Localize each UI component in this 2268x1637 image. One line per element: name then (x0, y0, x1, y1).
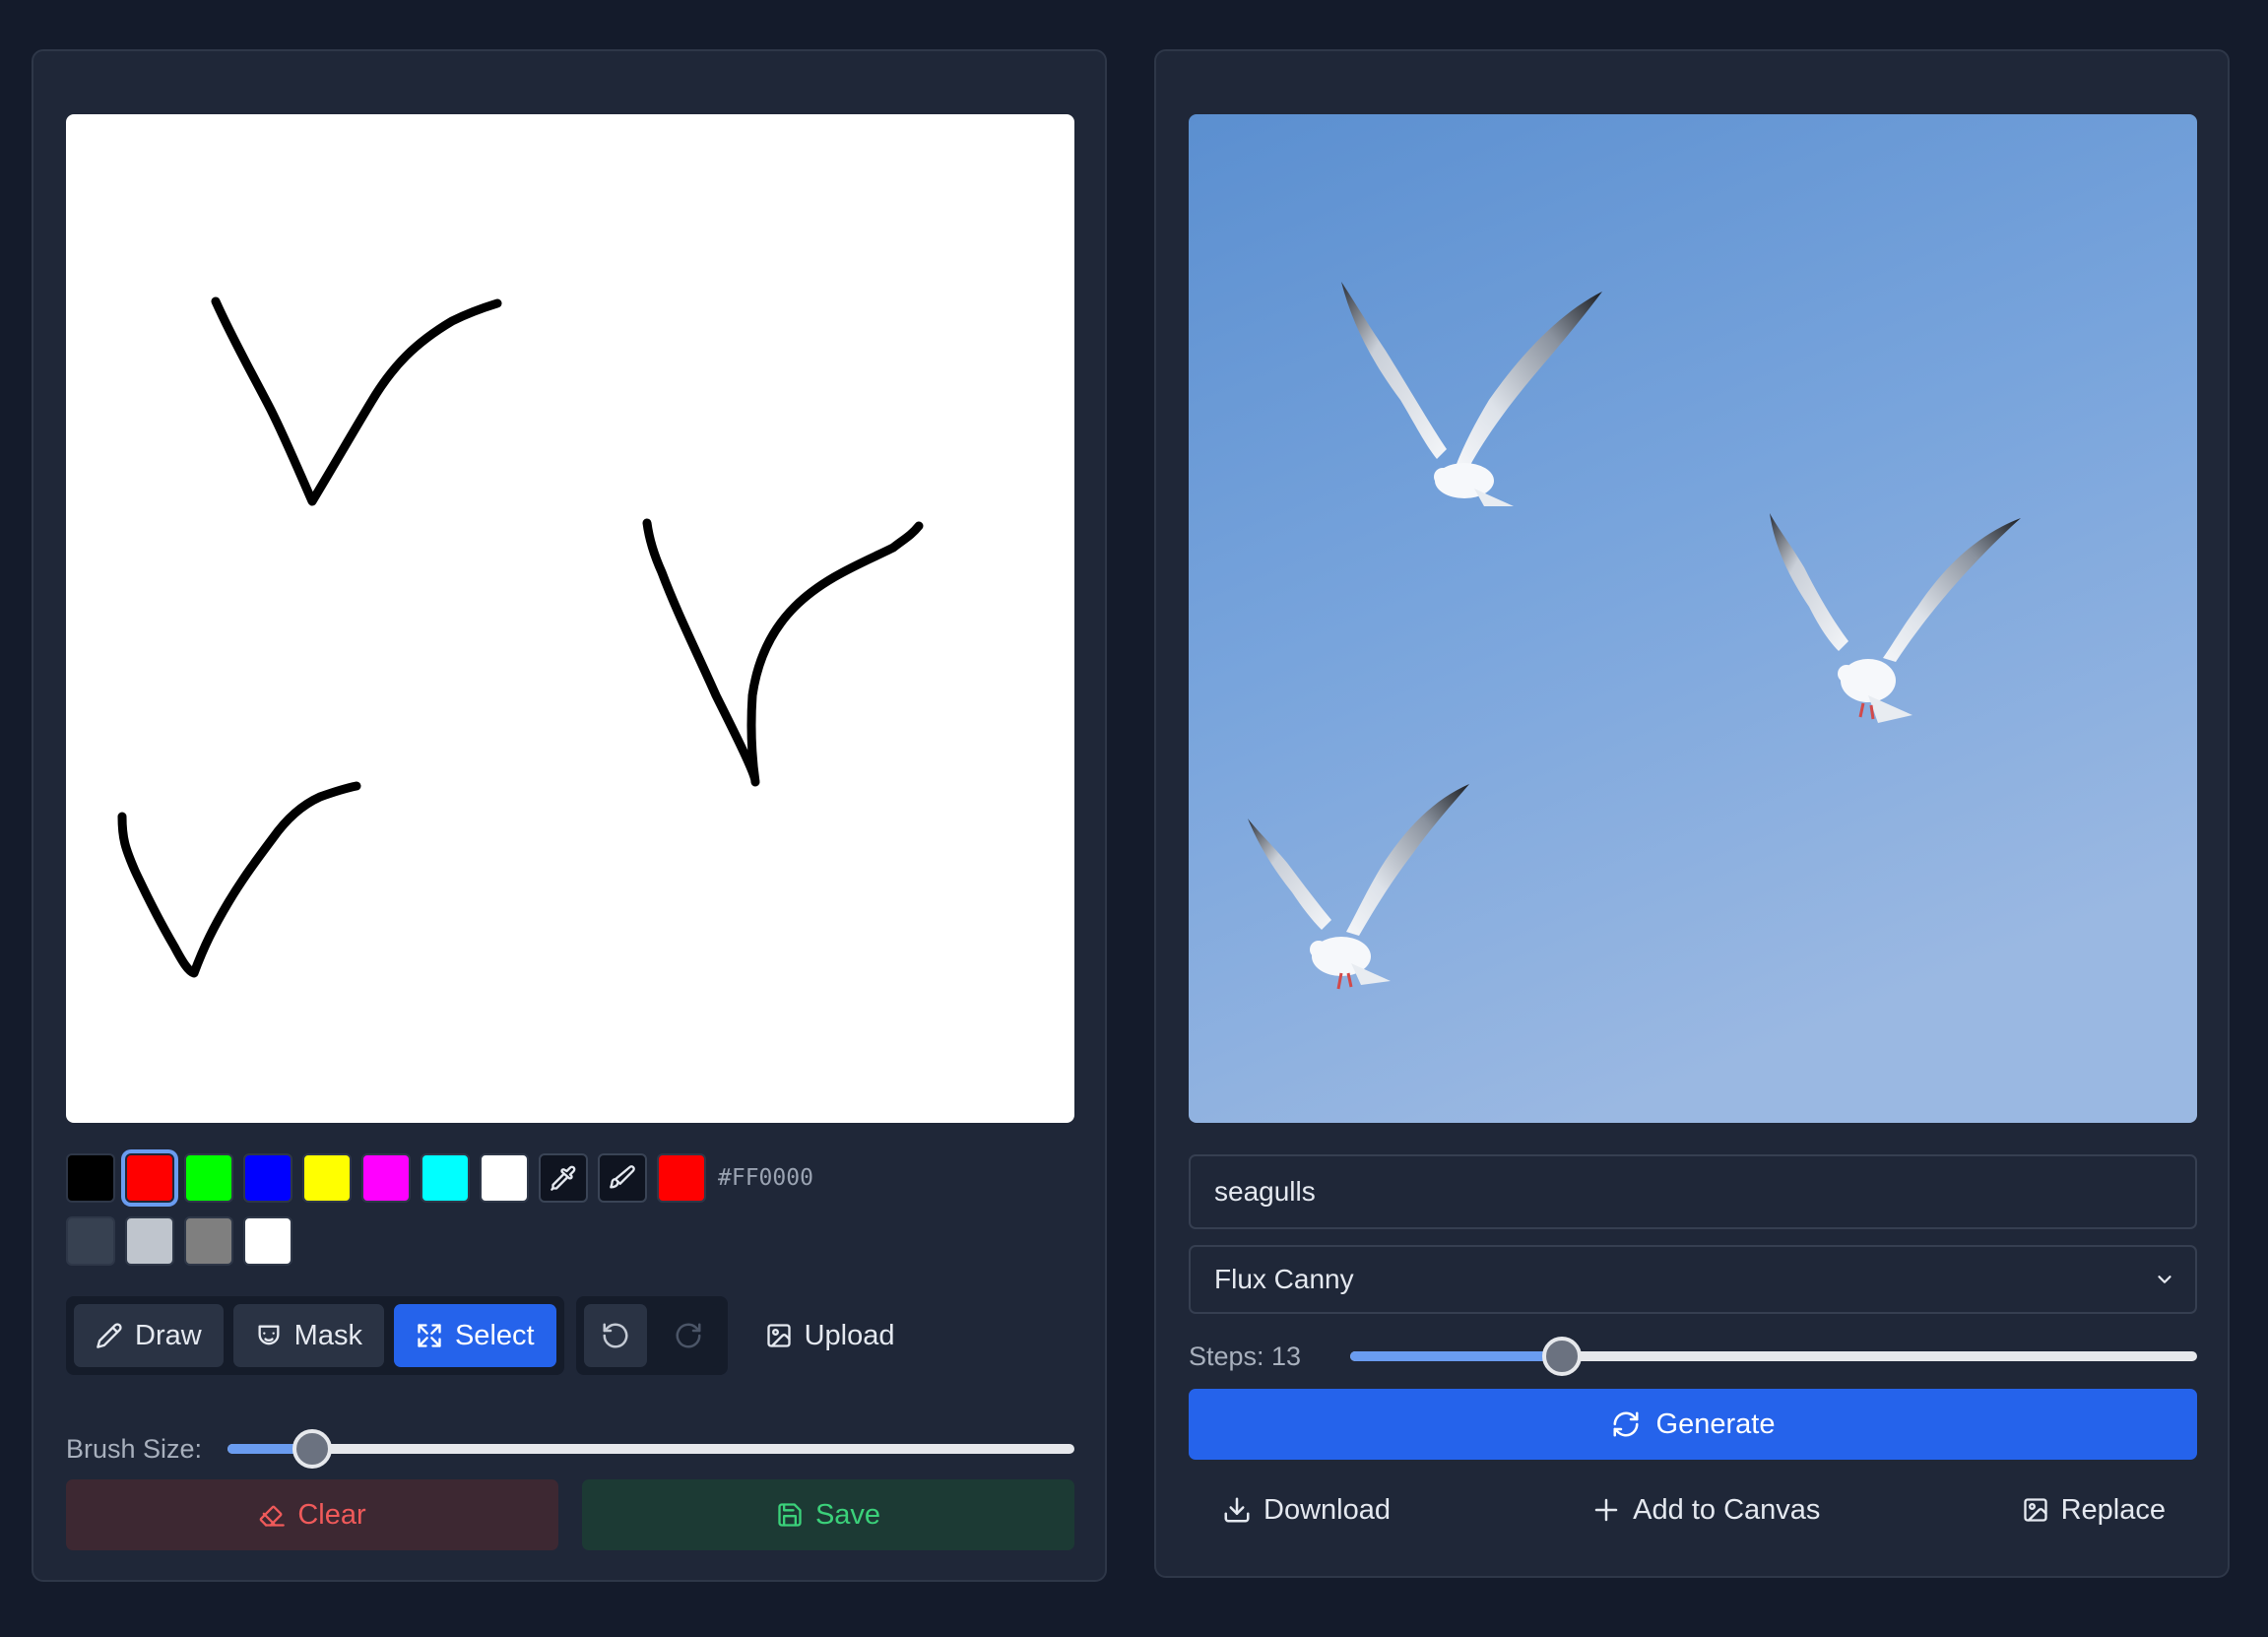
editor-actions: Clear Save (66, 1479, 1074, 1550)
primary-color-row: #FF0000 (66, 1152, 1080, 1204)
save-label: Save (814, 1498, 881, 1531)
swatch-blue[interactable] (243, 1153, 292, 1203)
replace-button[interactable]: Replace (2022, 1494, 2166, 1527)
pencil-icon (97, 1323, 122, 1348)
color-palette: #FF0000 (66, 1152, 1080, 1267)
generate-label: Generate (1655, 1408, 1776, 1440)
download-label: Download (1264, 1493, 1391, 1526)
swatch-red[interactable] (125, 1153, 174, 1203)
refresh-icon (1613, 1411, 1639, 1437)
stroke-1 (211, 296, 502, 506)
upload-label: Upload (804, 1319, 895, 1351)
undo-button[interactable] (583, 1304, 647, 1367)
add-to-canvas-label: Add to Canvas (1633, 1493, 1821, 1526)
swatch-dark-gray[interactable] (66, 1216, 115, 1266)
editor-panel: #FF0000 Draw Mask Select Upload Brush Si… (32, 49, 1107, 1582)
brush-icon (610, 1165, 635, 1189)
steps-thumb[interactable] (1542, 1337, 1583, 1376)
save-icon (778, 1503, 802, 1527)
eyedropper-icon (551, 1165, 576, 1191)
image-icon (2023, 1498, 2047, 1522)
swatch-green[interactable] (184, 1153, 233, 1203)
brush-size-label: Brush Size: (66, 1433, 203, 1464)
current-color-hex: #FF0000 (718, 1165, 813, 1191)
swatch-white-secondary[interactable] (243, 1216, 292, 1266)
plus-icon (1594, 1498, 1618, 1522)
stroke-2 (642, 518, 924, 787)
generated-image (1189, 114, 2197, 1123)
image-icon (766, 1324, 791, 1347)
undo-icon (603, 1323, 628, 1348)
redo-button[interactable] (656, 1304, 720, 1367)
prompt-input[interactable] (1189, 1154, 2197, 1229)
swatch-gray[interactable] (184, 1216, 233, 1266)
steps-control: Steps: 13 (1189, 1332, 2197, 1381)
replace-label: Replace (2060, 1493, 2166, 1526)
brush-size-slider[interactable] (227, 1429, 1074, 1469)
eraser-icon (260, 1505, 286, 1527)
steps-fill (1350, 1351, 1563, 1361)
stroke-3 (117, 781, 361, 978)
canvas-strokes (117, 296, 924, 978)
draw-mode-button[interactable]: Draw (74, 1304, 224, 1367)
mask-mode-button[interactable]: Mask (232, 1304, 384, 1367)
swatch-white[interactable] (480, 1153, 529, 1203)
swatch-yellow[interactable] (302, 1153, 352, 1203)
secondary-color-row (66, 1215, 1080, 1267)
generate-button[interactable]: Generate (1189, 1389, 2197, 1460)
output-actions: Download Add to Canvas Replace (1189, 1475, 2197, 1544)
download-button[interactable]: Download (1222, 1494, 1391, 1527)
draw-mode-label: Draw (135, 1319, 202, 1351)
save-button[interactable]: Save (582, 1479, 1074, 1550)
expand-select-icon (418, 1324, 441, 1347)
swatch-magenta[interactable] (361, 1153, 411, 1203)
eyedropper-button[interactable] (539, 1153, 588, 1203)
swatch-light-gray[interactable] (125, 1216, 174, 1266)
generator-panel: Flux Canny Steps: 13 Generate Download A (1154, 49, 2230, 1578)
clear-label: Clear (297, 1498, 366, 1531)
select-mode-label: Select (454, 1319, 535, 1351)
download-icon (1224, 1497, 1250, 1523)
current-color-preview[interactable] (657, 1153, 706, 1203)
clear-button[interactable]: Clear (66, 1479, 558, 1550)
brush-color-button[interactable] (598, 1153, 647, 1203)
steps-slider[interactable] (1350, 1337, 2197, 1376)
select-mode-button[interactable]: Select (393, 1304, 556, 1367)
swatch-cyan[interactable] (421, 1153, 470, 1203)
mode-selector: Draw Mask Select (66, 1296, 564, 1375)
swatch-black[interactable] (66, 1153, 115, 1203)
model-select-value: Flux Canny (1214, 1264, 1354, 1294)
model-select[interactable]: Flux Canny (1189, 1245, 2197, 1314)
brush-size-thumb[interactable] (292, 1429, 333, 1469)
redo-icon (676, 1323, 701, 1348)
steps-label: Steps: 13 (1189, 1341, 1302, 1371)
editor-toolbar: Draw Mask Select Upload (66, 1296, 920, 1375)
brush-size-control: Brush Size: (66, 1424, 1074, 1473)
chevron-down-icon (2158, 1276, 2171, 1283)
seagulls-photo (1189, 114, 2197, 1123)
upload-button[interactable]: Upload (740, 1304, 921, 1367)
mask-mode-label: Mask (293, 1319, 362, 1351)
mask-icon (258, 1325, 280, 1345)
add-to-canvas-button[interactable]: Add to Canvas (1591, 1494, 1820, 1527)
history-controls (575, 1296, 728, 1375)
drawing-canvas[interactable] (66, 114, 1074, 1123)
